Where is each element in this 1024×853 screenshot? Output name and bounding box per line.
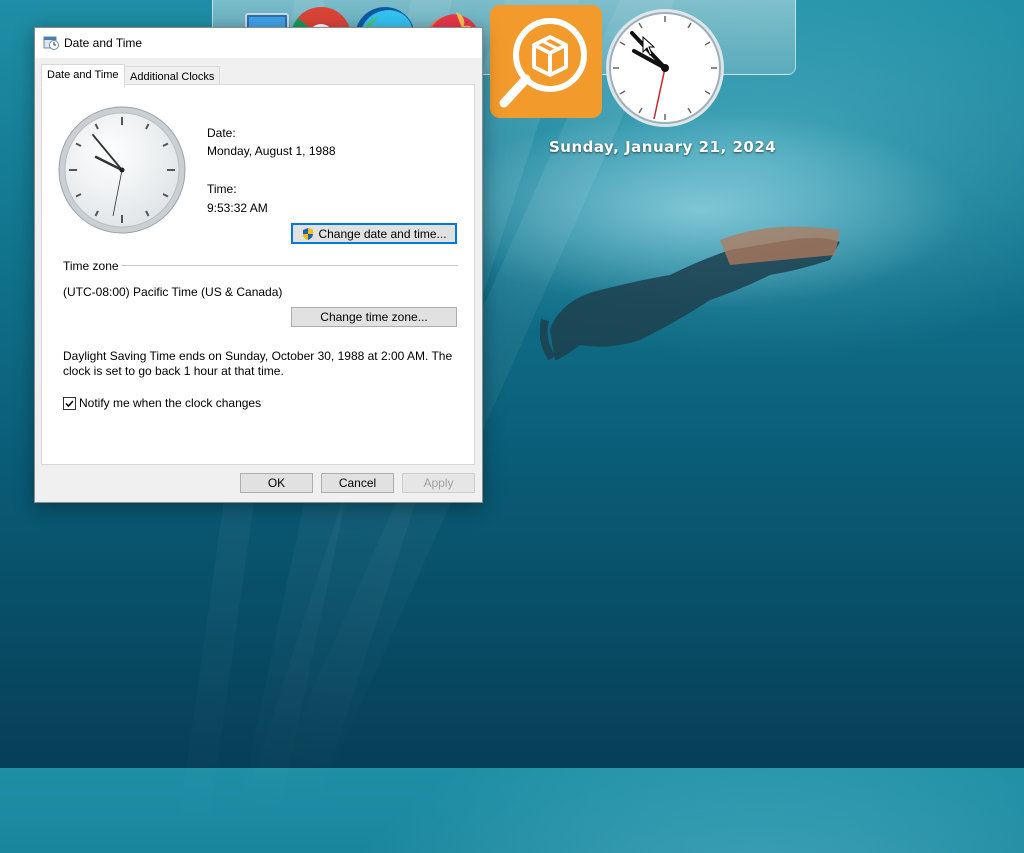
- uac-shield-icon: [303, 227, 314, 240]
- cancel-button[interactable]: Cancel: [321, 473, 394, 493]
- analog-clock: [58, 106, 186, 234]
- date-value: Monday, August 1, 1988: [207, 144, 336, 158]
- dialog-title: Date and Time: [64, 36, 143, 50]
- ok-button[interactable]: OK: [240, 473, 313, 493]
- dst-info-line-2: clock is set to go back 1 hour at that t…: [63, 364, 284, 378]
- cancel-label: Cancel: [338, 476, 377, 490]
- notify-label[interactable]: Notify me when the clock changes: [79, 396, 261, 410]
- time-value: 9:53:32 AM: [207, 201, 268, 215]
- tab-label: Date and Time: [47, 69, 119, 81]
- desktop-date-label: Sunday, January 21, 2024: [549, 138, 777, 156]
- timezone-header: Time zone: [63, 259, 119, 273]
- date-time-icon: [43, 36, 59, 50]
- change-timezone-button[interactable]: Change time zone...: [291, 307, 457, 327]
- mouse-cursor: [642, 36, 656, 56]
- change-date-time-button[interactable]: Change date and time...: [291, 223, 457, 244]
- time-label: Time:: [207, 182, 237, 196]
- clock-gadget[interactable]: [604, 7, 726, 129]
- timezone-value: (UTC-08:00) Pacific Time (US & Canada): [63, 285, 283, 299]
- timezone-divider: [121, 265, 458, 266]
- change-timezone-label: Change time zone...: [320, 310, 428, 324]
- change-date-time-label: Change date and time...: [318, 226, 447, 241]
- swimmer-image: [540, 226, 840, 361]
- dialog-titlebar[interactable]: Date and Time: [35, 28, 482, 58]
- tab-date-and-time[interactable]: Date and Time: [41, 64, 125, 88]
- apply-button[interactable]: Apply: [402, 473, 475, 493]
- apply-label: Apply: [423, 476, 454, 490]
- notify-checkbox[interactable]: [63, 397, 76, 410]
- ok-label: OK: [267, 476, 286, 490]
- checkmark-icon: [65, 400, 74, 408]
- tab-label: Additional Clocks: [130, 71, 215, 83]
- tab-panel: Date: Monday, August 1, 1988 Time: 9:53:…: [41, 84, 475, 465]
- package-search-icon[interactable]: [490, 5, 602, 118]
- date-label: Date:: [207, 126, 236, 140]
- date-time-dialog: Date and Time Date and Time Additional C…: [34, 27, 483, 503]
- dst-info-line-1: Daylight Saving Time ends on Sunday, Oct…: [63, 349, 453, 363]
